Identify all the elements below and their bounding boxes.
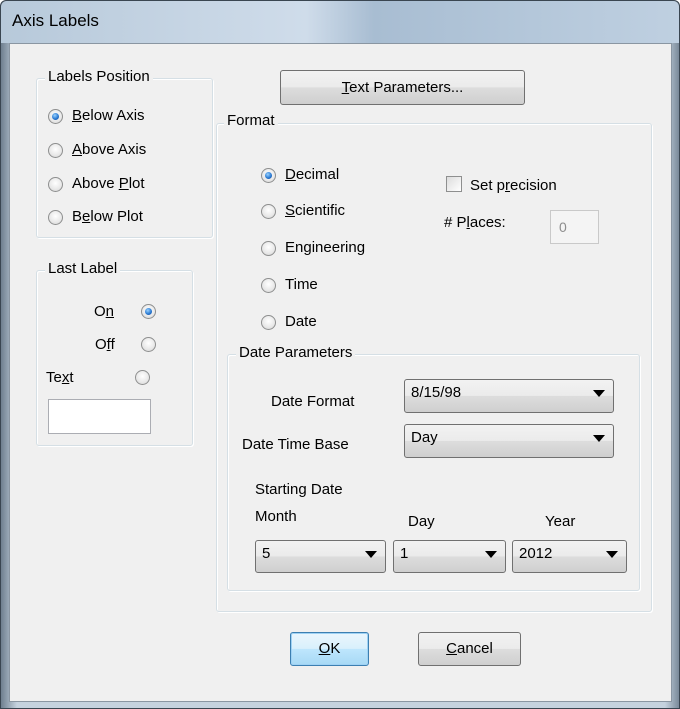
checkbox-box[interactable]: [446, 176, 462, 192]
radio-button[interactable]: [261, 204, 276, 219]
ok-button[interactable]: OK: [290, 632, 369, 666]
chevron-down-icon: [593, 390, 605, 397]
title-bar[interactable]: Axis Labels: [1, 1, 679, 43]
radio-button[interactable]: [48, 109, 63, 124]
month-dropdown[interactable]: 5: [255, 540, 386, 573]
radio-label: Time: [285, 276, 318, 293]
date-parameters-legend: Date Parameters: [236, 344, 356, 361]
checkbox-label: Set precision: [470, 177, 557, 194]
radio-label: Above Plot: [72, 175, 145, 192]
places-label: # Places:: [444, 214, 506, 231]
date-format-dropdown[interactable]: 8/15/98: [404, 379, 614, 413]
dropdown-value: 1: [400, 545, 409, 562]
radio-label: Below Axis: [72, 107, 145, 124]
chevron-down-icon: [593, 435, 605, 442]
radio-button[interactable]: [48, 210, 63, 225]
format-legend: Format: [224, 112, 278, 129]
radio-label: Date: [285, 313, 317, 330]
last-label-text-label: Text: [46, 369, 74, 386]
year-label: Year: [545, 513, 576, 530]
places-field[interactable]: 0: [550, 210, 599, 244]
month-label: Month: [255, 508, 297, 525]
radio-button[interactable]: [261, 241, 276, 256]
chevron-down-icon: [606, 551, 618, 558]
date-format-label: Date Format: [271, 393, 355, 410]
radio-label: Below Plot: [72, 208, 143, 225]
dialog-client-area: Labels Position Below Axis Above Axis Ab…: [9, 43, 672, 702]
last-label-legend: Last Label: [45, 260, 121, 277]
labels-position-legend: Labels Position: [45, 68, 153, 85]
radio-button[interactable]: [261, 168, 276, 183]
chevron-down-icon: [485, 551, 497, 558]
year-dropdown[interactable]: 2012: [512, 540, 627, 573]
radio-button[interactable]: [261, 315, 276, 330]
text-parameters-button[interactable]: Text Parameters...: [280, 70, 525, 105]
dropdown-value: 2012: [519, 545, 553, 562]
day-label: Day: [408, 513, 435, 530]
radio-button[interactable]: [261, 278, 276, 293]
day-dropdown[interactable]: 1: [393, 540, 506, 573]
radio-last-label-text[interactable]: [135, 370, 150, 385]
radio-last-label-on[interactable]: [141, 304, 156, 319]
last-label-text-field[interactable]: [48, 399, 151, 434]
radio-label: Scientific: [285, 202, 346, 219]
last-label-off-label: Off: [95, 336, 115, 353]
dialog-window: Axis Labels Labels Position Below Axis A…: [0, 0, 680, 709]
radio-last-label-off[interactable]: [141, 337, 156, 352]
radio-button[interactable]: [48, 177, 63, 192]
radio-label: Engineering: [285, 239, 366, 256]
dropdown-value: Day: [411, 429, 438, 446]
starting-date-label: Starting Date: [255, 481, 343, 498]
radio-label: Decimal: [285, 166, 340, 183]
radio-label: Above Axis: [72, 141, 147, 158]
last-label-on-label: On: [94, 303, 115, 320]
date-time-base-label: Date Time Base: [242, 436, 349, 453]
chevron-down-icon: [365, 551, 377, 558]
dropdown-value: 5: [262, 545, 271, 562]
window-title: Axis Labels: [12, 11, 99, 30]
radio-button[interactable]: [48, 143, 63, 158]
date-time-base-dropdown[interactable]: Day: [404, 424, 614, 458]
cancel-button[interactable]: Cancel: [418, 632, 521, 666]
dropdown-value: 8/15/98: [411, 384, 462, 401]
